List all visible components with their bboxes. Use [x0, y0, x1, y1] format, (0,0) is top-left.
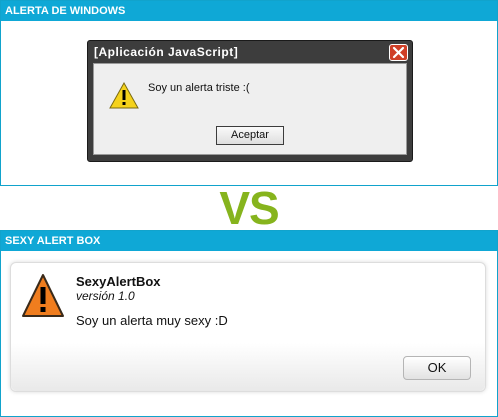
dialog-body: Soy un alerta triste :( Aceptar	[93, 63, 407, 155]
ok-button[interactable]: OK	[403, 356, 471, 380]
sexy-alert-box: SexyAlertBox versión 1.0 Soy un alerta m…	[10, 262, 486, 392]
close-button[interactable]	[389, 44, 408, 61]
accept-button[interactable]: Aceptar	[216, 126, 284, 145]
close-icon	[392, 46, 405, 59]
windows-alert-panel: ALERTA DE WINDOWS [Aplicación JavaScript…	[0, 0, 498, 186]
alert-title: SexyAlertBox	[76, 274, 161, 289]
vs-label: VS	[219, 182, 279, 234]
warning-icon	[22, 274, 64, 317]
panel-header: ALERTA DE WINDOWS	[1, 1, 497, 21]
windows-alert-dialog: [Aplicación JavaScript] Soy un alerta tr…	[87, 40, 413, 162]
dialog-title: [Aplicación JavaScript]	[94, 45, 239, 59]
panel-header: SEXY ALERT BOX	[1, 231, 497, 251]
alert-message: Soy un alerta muy sexy :D	[76, 313, 228, 328]
dialog-message: Soy un alerta triste :(	[148, 82, 250, 94]
warning-icon	[109, 82, 139, 109]
alert-version: versión 1.0	[76, 289, 135, 303]
